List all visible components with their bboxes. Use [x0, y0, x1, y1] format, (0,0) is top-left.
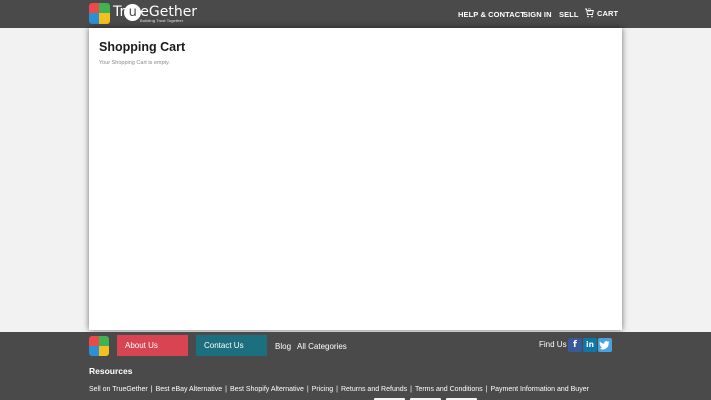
logo-mark-icon: [89, 3, 110, 24]
cart-label: CART: [597, 9, 619, 18]
resource-link-payment-info[interactable]: Payment Information and Buyer: [490, 386, 588, 393]
link-separator: |: [150, 386, 153, 393]
resource-link-shopify-alternative[interactable]: Best Shopify Alternative: [230, 386, 304, 393]
shopping-cart-panel: Shopping Cart Your Shopping Cart is empt…: [89, 28, 622, 330]
sell-link[interactable]: SELL: [559, 10, 579, 19]
twitter-bird-icon: [599, 341, 610, 350]
resource-link-returns[interactable]: Returns and Refunds: [341, 386, 407, 393]
link-separator: |: [410, 386, 412, 393]
logo-wordmark: Tr u eGether Building Trust Together: [113, 3, 197, 24]
about-us-button[interactable]: About Us: [117, 335, 188, 356]
all-categories-link[interactable]: All Categories: [297, 342, 347, 351]
brand-name-circle: u: [124, 4, 142, 21]
sign-in-link[interactable]: SIGN IN: [523, 10, 552, 19]
help-contact-link[interactable]: HELP & CONTACT: [458, 10, 525, 19]
linkedin-icon[interactable]: in: [583, 338, 597, 352]
cart-count-badge: 0: [588, 8, 591, 14]
blog-link[interactable]: Blog: [275, 342, 291, 351]
brand-tagline: Building Trust Together: [140, 18, 184, 23]
link-separator: |: [306, 386, 309, 393]
resource-link-ebay-alternative[interactable]: Best eBay Alternative: [156, 386, 223, 393]
resource-link-sell[interactable]: Sell on TrueGether: [89, 386, 148, 393]
link-separator: |: [485, 386, 488, 393]
resources-heading: Resources: [89, 366, 133, 376]
top-navigation-bar: Tr u eGether Building Trust Together HELP …: [0, 0, 711, 28]
page-title: Shopping Cart: [99, 40, 186, 54]
empty-cart-message: Your Shopping Cart is empty.: [99, 60, 170, 66]
twitter-icon[interactable]: [598, 338, 612, 352]
footer: About Us Contact Us Blog All Categories …: [0, 332, 711, 400]
resource-links: Sell on TrueGether | Best eBay Alternative…: [89, 386, 589, 393]
link-separator: |: [336, 386, 338, 393]
truegether-logo[interactable]: Tr u eGether Building Trust Together: [89, 3, 197, 24]
resource-link-pricing[interactable]: Pricing: [312, 386, 333, 393]
cart-link[interactable]: 0 CART: [584, 7, 619, 23]
find-us-label: Find Us: [539, 340, 567, 349]
contact-us-button[interactable]: Contact Us: [196, 335, 267, 356]
link-separator: |: [225, 386, 227, 393]
footer-logo-icon[interactable]: [89, 336, 109, 356]
resource-link-terms[interactable]: Terms and Conditions: [415, 386, 483, 393]
facebook-icon[interactable]: f: [568, 338, 582, 352]
